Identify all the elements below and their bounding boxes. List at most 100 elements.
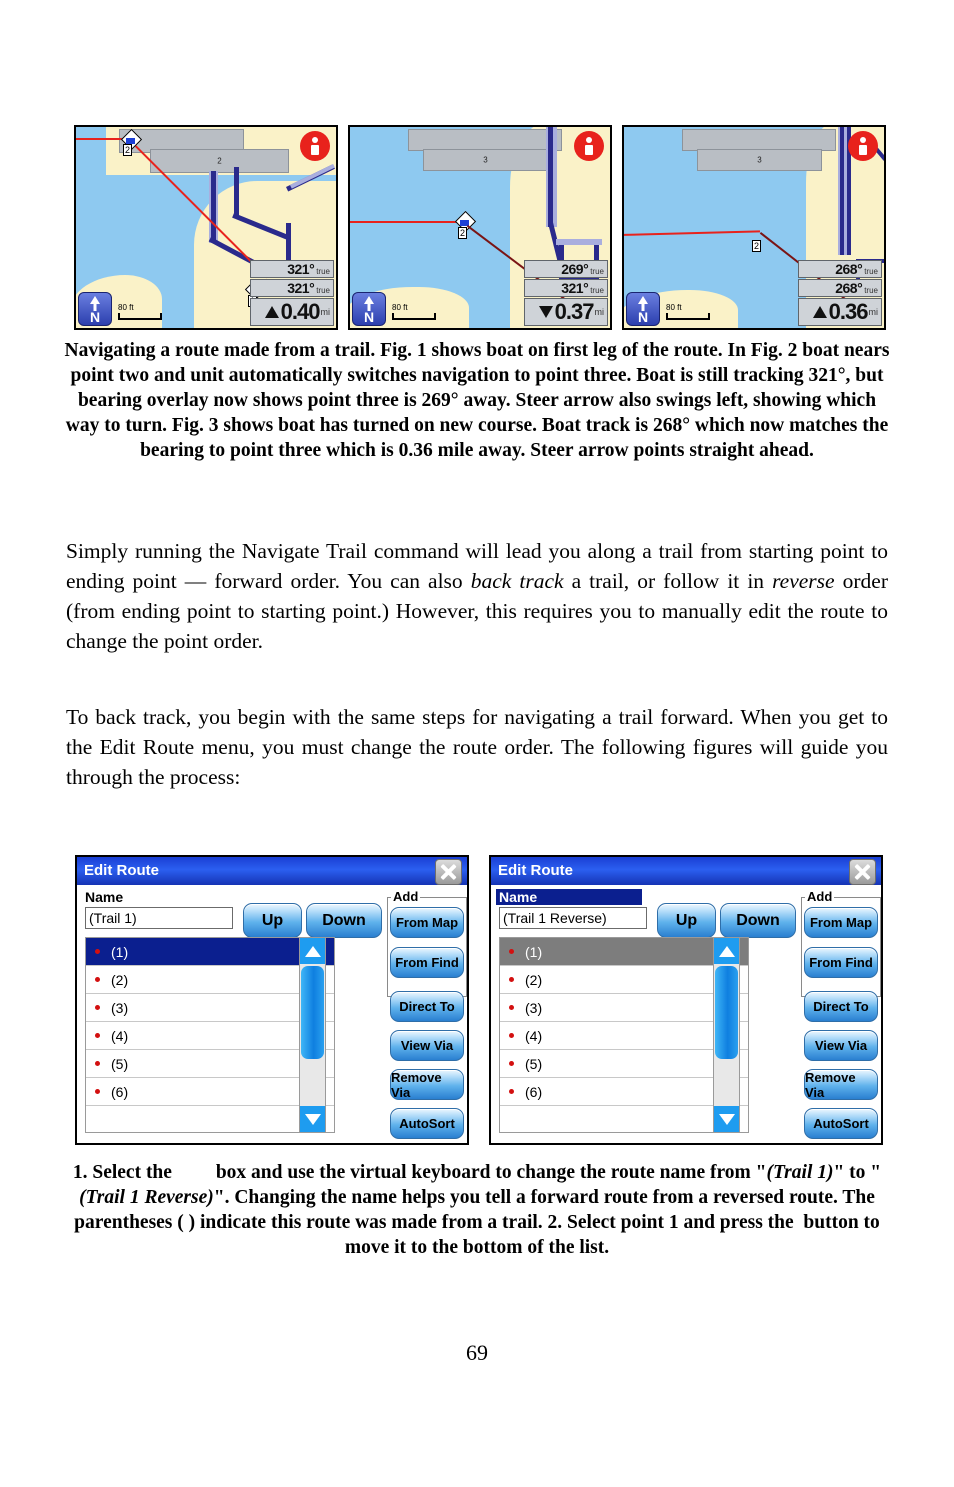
list-item-label: (3) <box>111 999 129 1016</box>
bearing-unit: true <box>590 267 604 276</box>
paragraph-1: Simply running the Navigate Trail comman… <box>66 536 888 656</box>
gray-block-b: 2 <box>150 149 289 173</box>
point-dot-icon <box>95 1061 100 1066</box>
up-button[interactable]: Up <box>657 903 716 938</box>
name-label: Name <box>85 889 124 905</box>
list-item[interactable]: (2) <box>500 966 748 994</box>
scroll-down-icon[interactable] <box>300 1106 325 1132</box>
list-item[interactable]: (3) <box>500 994 748 1022</box>
distance-unit: mi <box>320 307 331 317</box>
down-button[interactable]: Down <box>720 903 796 938</box>
close-icon[interactable] <box>435 859 462 885</box>
view-via-button[interactable]: View Via <box>390 1030 464 1061</box>
map-figure-1: 2 2 1 <box>74 125 338 330</box>
list-item-label: (6) <box>111 1083 129 1100</box>
caption-part-2: box and use the virtual keyboard to chan… <box>210 1162 767 1183</box>
list-item-label: (1) <box>525 943 543 960</box>
route-point-list[interactable]: (1) (2) (3) (4) (5) (6) <box>85 937 335 1133</box>
close-icon[interactable] <box>849 859 876 885</box>
bearing-box: 269° true <box>524 260 608 278</box>
view-via-button[interactable]: View Via <box>804 1030 878 1061</box>
dialog-titlebar: Edit Route <box>491 857 881 885</box>
remove-via-button[interactable]: Remove Via <box>390 1069 464 1100</box>
bearing-value: 268° <box>835 261 863 277</box>
scale-rule <box>392 313 436 320</box>
scroll-up-icon[interactable] <box>714 938 739 964</box>
info-icon[interactable] <box>848 131 878 161</box>
gray-block-a <box>408 129 562 151</box>
steer-indicator-icon <box>812 306 827 318</box>
remove-via-button[interactable]: Remove Via <box>804 1069 878 1100</box>
manual-page: 2 2 1 <box>0 0 954 1487</box>
from-map-button[interactable]: From Map <box>390 907 464 938</box>
caption-italic-2: (Trail 1 Reverse) <box>79 1187 214 1208</box>
list-item[interactable]: (1) <box>500 938 748 966</box>
list-scrollbar[interactable] <box>299 937 326 1133</box>
scrollbar-thumb[interactable] <box>715 966 738 1059</box>
dialog-title: Edit Route <box>84 862 159 879</box>
list-item[interactable]: (5) <box>500 1050 748 1078</box>
gray-block-label: 3 <box>757 155 762 165</box>
name-label: Name <box>496 889 642 905</box>
direct-to-button[interactable]: Direct To <box>804 991 878 1022</box>
up-button[interactable]: Up <box>243 903 302 938</box>
dialog-titlebar: Edit Route <box>77 857 467 885</box>
list-item[interactable]: (6) <box>500 1078 748 1106</box>
data-overlay: 268° true 268° true 0.36 mi <box>798 260 882 326</box>
compass-label: N <box>89 309 101 325</box>
autosort-button[interactable]: AutoSort <box>390 1108 464 1139</box>
autosort-button[interactable]: AutoSort <box>804 1108 878 1139</box>
name-input[interactable]: (Trail 1 Reverse) <box>499 907 647 929</box>
bearing-unit: true <box>316 267 330 276</box>
list-item[interactable]: (1) <box>86 938 334 966</box>
info-icon[interactable] <box>300 131 330 161</box>
caption-italic-1: (Trail 1) <box>766 1162 834 1183</box>
list-item-label: (3) <box>525 999 543 1016</box>
north-compass-icon: N <box>626 292 660 326</box>
bearing-box: 321° true <box>250 260 334 278</box>
scale-rule <box>118 313 162 320</box>
north-compass-icon: N <box>352 292 386 326</box>
distance-box: 0.40 mi <box>250 298 334 326</box>
route-point-list[interactable]: (1) (2) (3) (4) (5) (6) <box>499 937 749 1133</box>
from-map-button[interactable]: From Map <box>804 907 878 938</box>
down-button[interactable]: Down <box>306 903 382 938</box>
direct-to-button[interactable]: Direct To <box>390 991 464 1022</box>
list-item-label: (4) <box>525 1027 543 1044</box>
list-item[interactable]: (4) <box>500 1022 748 1050</box>
list-item-empty <box>86 1106 334 1133</box>
point-dot-icon <box>509 949 514 954</box>
list-scrollbar[interactable] <box>713 937 740 1133</box>
dialog-body: Name (Trail 1) Up Down Add From Map From… <box>77 885 467 1143</box>
list-item[interactable]: (5) <box>86 1050 334 1078</box>
info-icon[interactable] <box>574 131 604 161</box>
list-item[interactable]: (6) <box>86 1078 334 1106</box>
compass-label: N <box>363 309 375 325</box>
list-item[interactable]: (3) <box>86 994 334 1022</box>
bearing-value: 321° <box>287 261 315 277</box>
point-dot-icon <box>95 1005 100 1010</box>
map-figure-3: 3 2 N 80 ft 268° true 268° true 0.36 mi <box>622 125 886 330</box>
point-dot-icon <box>509 1089 514 1094</box>
add-group-label: Add <box>805 889 835 904</box>
list-item-label: (5) <box>111 1055 129 1072</box>
compass-label: N <box>637 309 649 325</box>
name-input[interactable]: (Trail 1) <box>85 907 233 929</box>
scroll-down-icon[interactable] <box>714 1106 739 1132</box>
point-dot-icon <box>95 1033 100 1038</box>
track-box: 321° true <box>250 279 334 297</box>
track-value: 268° <box>835 280 863 296</box>
scroll-up-icon[interactable] <box>300 938 325 964</box>
from-find-button[interactable]: From Find <box>390 947 464 978</box>
map-figure-2: 3 2 N 80 ft 269° true 321° true 0.37 mi <box>348 125 612 330</box>
caption-part-3: " to " <box>833 1162 882 1183</box>
gray-block-a <box>682 129 836 151</box>
edit-route-dialog-reverse: Edit Route Name (Trail 1 Reverse) Up Dow… <box>489 855 883 1145</box>
scale-bar: 80 ft <box>666 303 710 320</box>
list-item[interactable]: (4) <box>86 1022 334 1050</box>
from-find-button[interactable]: From Find <box>804 947 878 978</box>
scrollbar-thumb[interactable] <box>301 966 324 1059</box>
list-item[interactable]: (2) <box>86 966 334 994</box>
point-dot-icon <box>509 1033 514 1038</box>
list-item-label: (4) <box>111 1027 129 1044</box>
